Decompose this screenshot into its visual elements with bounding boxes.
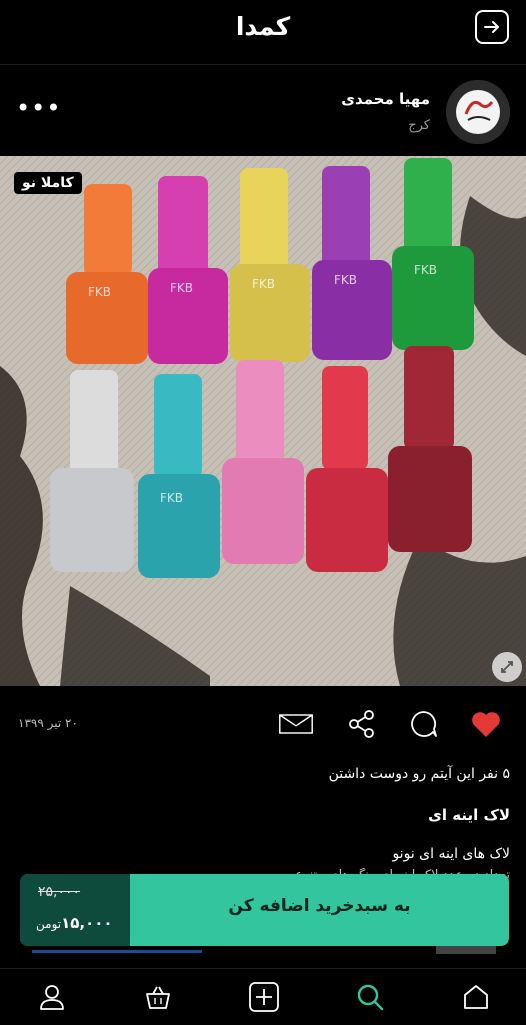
svg-text:FKB: FKB bbox=[160, 491, 183, 505]
add-to-cart-label: به سبدخرید اضافه کن bbox=[228, 896, 411, 916]
nav-search[interactable] bbox=[354, 981, 386, 1013]
nav-profile[interactable] bbox=[36, 981, 68, 1013]
currency-label: تومن bbox=[36, 917, 62, 931]
bottom-nav bbox=[0, 968, 526, 1025]
back-button[interactable] bbox=[475, 10, 509, 44]
home-icon bbox=[464, 985, 488, 1009]
share-icon bbox=[349, 710, 374, 738]
nav-add[interactable] bbox=[248, 981, 280, 1013]
add-icon bbox=[249, 982, 279, 1012]
nav-basket[interactable] bbox=[142, 981, 174, 1013]
add-to-cart-button[interactable]: ۲۵,۰۰۰ ۱۵,۰۰۰تومن به سبدخرید اضافه کن bbox=[20, 874, 509, 946]
seller-name[interactable]: مهیا محمدی bbox=[341, 90, 430, 108]
svg-text:FKB: FKB bbox=[252, 277, 275, 291]
back-arrow-icon bbox=[484, 21, 499, 33]
avatar[interactable] bbox=[446, 80, 510, 144]
svg-text:FKB: FKB bbox=[334, 273, 357, 287]
message-button[interactable] bbox=[278, 706, 314, 742]
comment-icon bbox=[411, 711, 437, 737]
nail-polish-image: FKB FKB FKB FKB FKB FKB bbox=[0, 156, 526, 686]
post-date: ۲۰ تیر ۱۳۹۹ bbox=[18, 716, 78, 730]
price-value: ۱۵,۰۰۰ bbox=[61, 914, 113, 932]
search-icon bbox=[357, 984, 384, 1011]
top-bar: کمدا bbox=[0, 0, 526, 65]
item-title: لاک اینه ای bbox=[428, 806, 510, 824]
svg-text:FKB: FKB bbox=[170, 281, 193, 295]
condition-badge: کاملا نو bbox=[14, 172, 82, 194]
nav-home[interactable] bbox=[460, 981, 492, 1013]
zoom-button[interactable] bbox=[492, 652, 522, 682]
item-description: لاک های اینه ای نونو bbox=[392, 846, 510, 862]
comment-button[interactable] bbox=[406, 706, 442, 742]
seller-city: کرج bbox=[408, 118, 430, 133]
profile-icon bbox=[40, 985, 64, 1010]
likes-count[interactable]: ۵ نفر این آیتم رو دوست داشتن bbox=[329, 766, 510, 782]
product-photo[interactable]: FKB FKB FKB FKB FKB FKB کاملا نو bbox=[0, 156, 526, 686]
message-icon bbox=[279, 714, 313, 734]
more-icon[interactable]: ••• bbox=[16, 96, 61, 120]
share-button[interactable] bbox=[344, 706, 380, 742]
like-button[interactable] bbox=[468, 706, 504, 742]
new-price: ۱۵,۰۰۰تومن bbox=[36, 914, 113, 932]
svg-text:FKB: FKB bbox=[88, 285, 111, 299]
action-row: ۲۰ تیر ۱۳۹۹ bbox=[0, 690, 526, 756]
price-box: ۲۵,۰۰۰ ۱۵,۰۰۰تومن bbox=[20, 874, 130, 946]
zoom-icon bbox=[501, 661, 513, 673]
app-title: کمدا bbox=[235, 12, 291, 41]
basket-icon bbox=[146, 986, 170, 1009]
seller-row[interactable]: مهیا محمدی کرج ••• bbox=[0, 66, 526, 154]
partially-hidden-row bbox=[0, 946, 526, 968]
heart-icon bbox=[472, 712, 500, 737]
svg-text:FKB: FKB bbox=[414, 263, 437, 277]
old-price: ۲۵,۰۰۰ bbox=[38, 884, 81, 900]
